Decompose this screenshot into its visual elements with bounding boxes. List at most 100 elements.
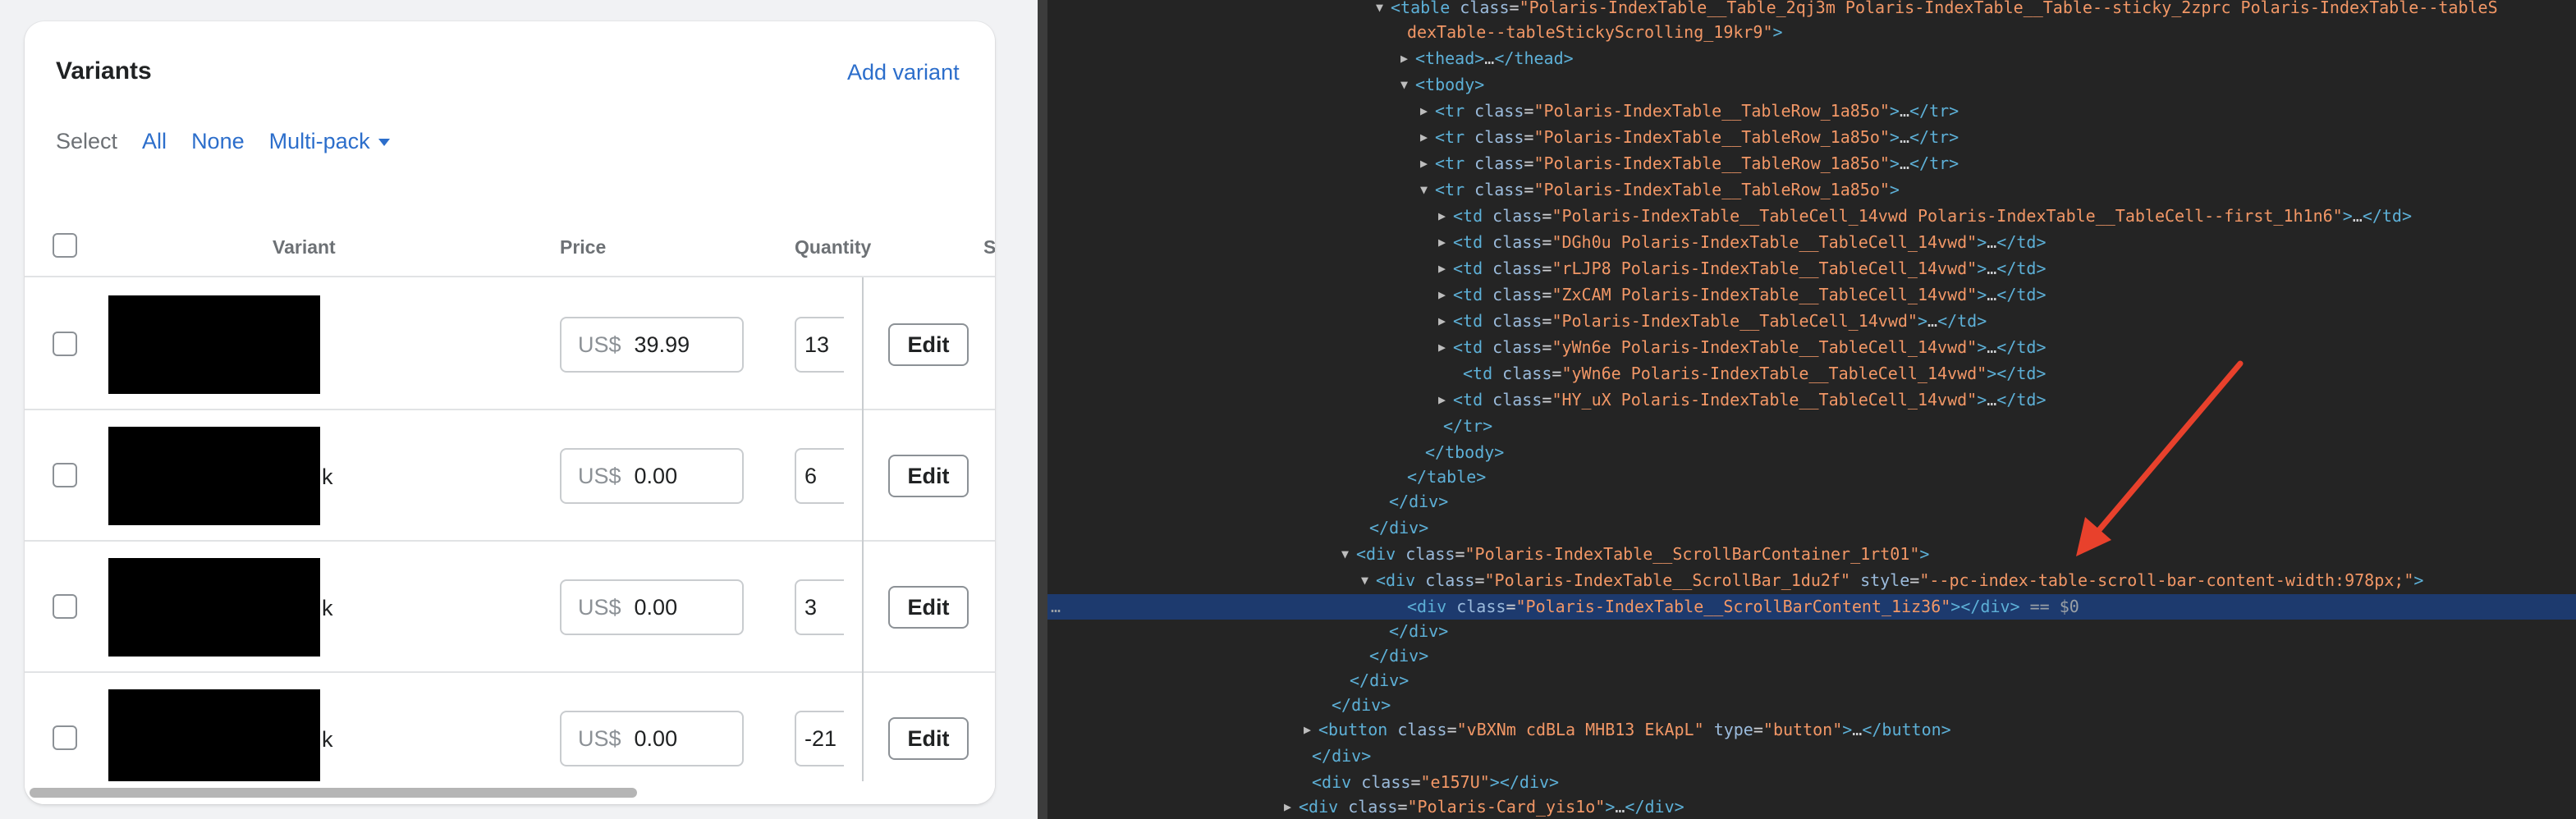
add-variant-link[interactable]: Add variant (847, 60, 960, 85)
row-checkbox[interactable] (53, 332, 77, 356)
dom-node-line[interactable]: ▼ <table class="Polaris-IndexTable__Table… (1047, 0, 2576, 21)
currency-prefix: US$ (578, 463, 621, 488)
select-all-checkbox[interactable] (53, 233, 77, 258)
edit-variant-button[interactable]: Edit (888, 586, 969, 629)
dom-node-markup: </div> (1389, 621, 1449, 641)
edit-variant-button[interactable]: Edit (888, 455, 969, 497)
variant-thumbnail (108, 295, 320, 394)
expand-triangle-icon[interactable]: ▼ (1400, 72, 1408, 98)
dom-node-markup: <div class="Polaris-IndexTable__ScrollBa… (1356, 544, 1930, 564)
dom-node-markup: dexTable--tableStickyScrolling_19kr9"> (1407, 22, 1783, 42)
dom-node-line[interactable]: ▶ <button class="vBXNm cdBLa MHB13 EkApL"… (1047, 717, 2576, 743)
dom-node-line[interactable]: ▶ <td class="Polaris-IndexTable__TableCel… (1047, 309, 2576, 334)
dom-node-markup: <table class="Polaris-IndexTable__Table_… (1391, 0, 2498, 17)
dom-node-line[interactable]: </tr> (1047, 414, 2576, 439)
multipack-dropdown[interactable]: Multi-pack (269, 129, 390, 154)
collapse-triangle-icon[interactable]: ▶ (1400, 46, 1408, 71)
table-row: k US$ 0.00 3 Edit (25, 542, 995, 673)
select-none-link[interactable]: None (191, 129, 245, 154)
collapse-triangle-icon[interactable]: ▶ (1438, 309, 1446, 334)
quantity-value: 13 (804, 332, 830, 357)
dom-node-line[interactable]: ▶ <tr class="Polaris-IndexTable__TableRow… (1047, 98, 2576, 124)
collapse-triangle-icon[interactable]: ▶ (1438, 204, 1446, 229)
dom-node-line[interactable]: </div> (1047, 643, 2576, 669)
dom-node-line[interactable]: dexTable--tableStickyScrolling_19kr9"> (1047, 20, 2576, 45)
dom-node-markup: <td class="ZxCAM Polaris-IndexTable__Tab… (1453, 285, 2047, 304)
dom-node-line[interactable]: ▶ <td class="yWn6e Polaris-IndexTable__Ta… (1047, 335, 2576, 360)
expand-triangle-icon[interactable]: ▼ (1341, 542, 1349, 567)
dom-node-line[interactable]: ▼ <tr class="Polaris-IndexTable__TableRow… (1047, 177, 2576, 203)
price-input[interactable]: US$ 0.00 (560, 579, 744, 635)
dom-node-line[interactable]: ▶ <td class="rLJP8 Polaris-IndexTable__Ta… (1047, 256, 2576, 281)
variants-card: Variants Add variant Select All None Mul… (25, 21, 995, 804)
dom-node-markup: <div class="Polaris-IndexTable__ScrollBa… (1407, 597, 2079, 616)
dom-node-markup: <td class="Polaris-IndexTable__TableCell… (1453, 311, 1987, 331)
quantity-input[interactable]: -21 (795, 711, 844, 766)
dom-node-markup: </div> (1369, 646, 1429, 666)
quantity-input[interactable]: 3 (795, 579, 844, 635)
collapse-triangle-icon[interactable]: ▶ (1438, 335, 1446, 360)
node-actions-icon[interactable]: … (1051, 594, 1061, 620)
dom-node-markup: <td class="HY_uX Polaris-IndexTable__Tab… (1453, 390, 2047, 410)
row-checkbox[interactable] (53, 725, 77, 750)
price-input[interactable]: US$ 39.99 (560, 317, 744, 373)
edit-variant-button[interactable]: Edit (888, 717, 969, 760)
dom-node-line[interactable]: ▶ <thead>…</thead> (1047, 46, 2576, 71)
collapse-triangle-icon[interactable]: ▶ (1420, 98, 1428, 124)
pane-divider[interactable] (1038, 0, 1047, 819)
dom-node-line[interactable]: ▼ <div class="Polaris-IndexTable__ScrollB… (1047, 542, 2576, 567)
dom-node-line[interactable]: </div> (1047, 693, 2576, 718)
row-checkbox[interactable] (53, 594, 77, 619)
expand-triangle-icon[interactable]: ▼ (1420, 177, 1428, 203)
dom-node-line[interactable]: </div> (1047, 668, 2576, 693)
dom-node-line[interactable]: </div> (1047, 619, 2576, 644)
caret-down-icon (378, 138, 390, 146)
collapse-triangle-icon[interactable]: ▶ (1438, 230, 1446, 255)
dom-node-line[interactable]: <div class="e157U"></div> (1047, 770, 2576, 795)
variant-thumbnail (108, 427, 320, 525)
quantity-input[interactable]: 13 (795, 317, 844, 373)
dom-node-line[interactable]: </table> (1047, 464, 2576, 490)
dom-node-line[interactable]: </div> (1047, 515, 2576, 541)
dom-node-line[interactable]: ▶ <tr class="Polaris-IndexTable__TableRow… (1047, 125, 2576, 150)
dom-node-line[interactable]: ▼ <div class="Polaris-IndexTable__ScrollB… (1047, 568, 2576, 593)
variant-name-fragment: k (322, 596, 333, 620)
column-header-variant: Variant (273, 236, 336, 258)
dom-node-line[interactable]: ▶ <div class="Polaris-Card_yis1o">…</div> (1047, 794, 2576, 819)
dom-node-markup: <tr class="Polaris-IndexTable__TableRow_… (1435, 127, 1960, 147)
collapse-triangle-icon[interactable]: ▶ (1304, 717, 1311, 743)
price-input[interactable]: US$ 0.00 (560, 711, 744, 766)
dom-node-line[interactable]: ▶ <td class="ZxCAM Polaris-IndexTable__Ta… (1047, 282, 2576, 308)
dom-node-line[interactable]: ▶ <tr class="Polaris-IndexTable__TableRow… (1047, 151, 2576, 176)
collapse-triangle-icon[interactable]: ▶ (1284, 794, 1291, 819)
dom-node-line[interactable]: ▶ <td class="Polaris-IndexTable__TableCel… (1047, 204, 2576, 229)
column-header-quantity: Quantity (795, 236, 872, 258)
dom-node-markup: <td class="yWn6e Polaris-IndexTable__Tab… (1463, 364, 2047, 383)
horizontal-scrollbar-thumb[interactable] (30, 788, 637, 798)
edit-label: Edit (907, 463, 950, 488)
variant-name-fragment: k (322, 727, 333, 752)
dom-node-line[interactable]: ▶ <td class="DGh0u Polaris-IndexTable__Ta… (1047, 230, 2576, 255)
collapse-triangle-icon[interactable]: ▶ (1438, 256, 1446, 281)
collapse-triangle-icon[interactable]: ▶ (1438, 387, 1446, 413)
expand-triangle-icon[interactable]: ▼ (1361, 568, 1368, 593)
quantity-value: 3 (804, 594, 818, 620)
price-input[interactable]: US$ 0.00 (560, 448, 744, 504)
edit-variant-button[interactable]: Edit (888, 323, 969, 366)
dom-node-line[interactable]: <td class="yWn6e Polaris-IndexTable__Tab… (1047, 361, 2576, 387)
select-all-link[interactable]: All (142, 129, 167, 154)
quantity-input[interactable]: 6 (795, 448, 844, 504)
collapse-triangle-icon[interactable]: ▶ (1420, 151, 1428, 176)
table-row: k US$ 0.00 6 Edit (25, 410, 995, 542)
collapse-triangle-icon[interactable]: ▶ (1420, 125, 1428, 150)
expand-triangle-icon[interactable]: ▼ (1376, 0, 1383, 21)
dom-node-line[interactable]: ▼ <tbody> (1047, 72, 2576, 98)
dom-node-selected[interactable]: … <div class="Polaris-IndexTable__ScrollB… (1047, 594, 2576, 620)
dom-node-markup: <td class="DGh0u Polaris-IndexTable__Tab… (1453, 232, 2047, 252)
collapse-triangle-icon[interactable]: ▶ (1438, 282, 1446, 308)
dom-node-line[interactable]: ▶ <td class="HY_uX Polaris-IndexTable__Ta… (1047, 387, 2576, 413)
dom-node-line[interactable]: </tbody> (1047, 440, 2576, 465)
dom-node-line[interactable]: </div> (1047, 744, 2576, 769)
dom-node-line[interactable]: </div> (1047, 489, 2576, 515)
row-checkbox[interactable] (53, 463, 77, 487)
